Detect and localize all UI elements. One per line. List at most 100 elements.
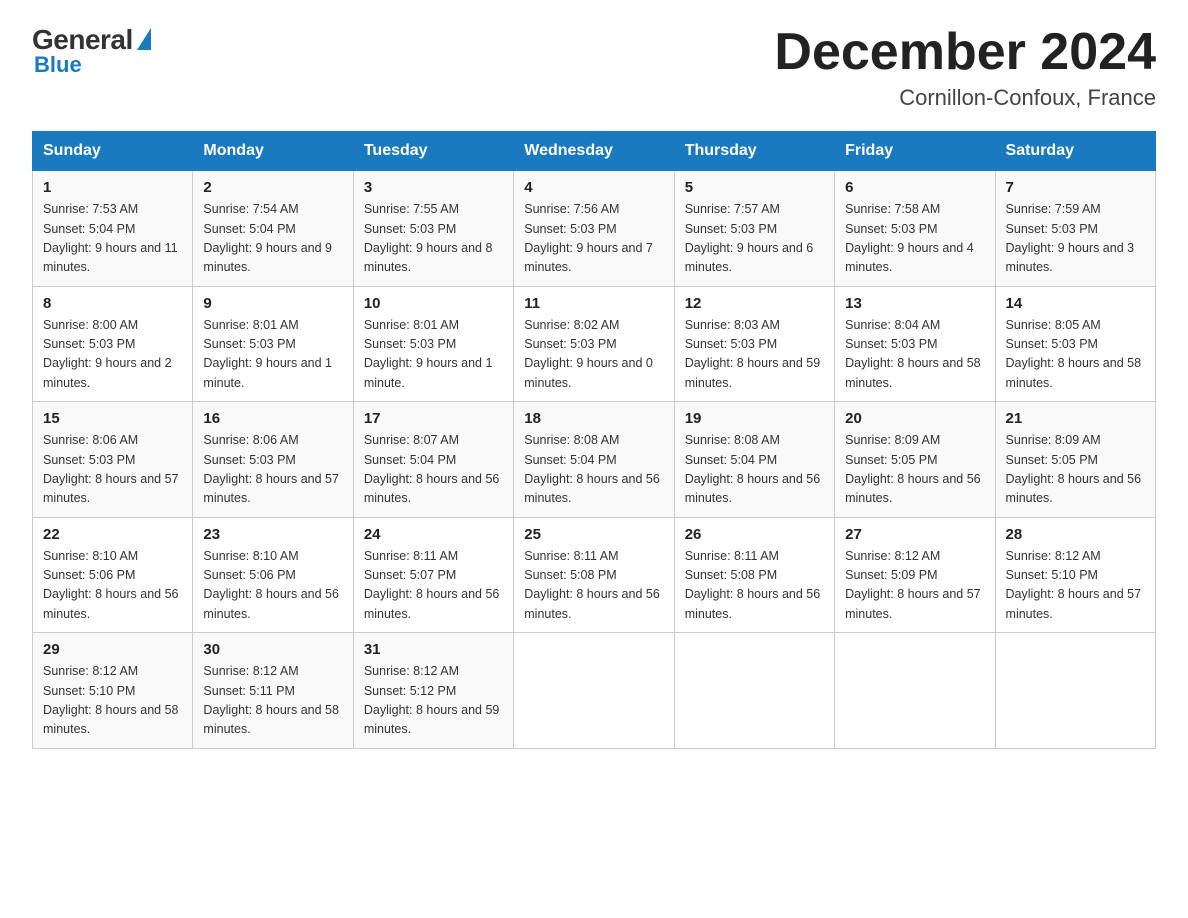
day-info: Sunrise: 8:02 AMSunset: 5:03 PMDaylight:… (524, 316, 663, 394)
calendar-cell: 8 Sunrise: 8:00 AMSunset: 5:03 PMDayligh… (33, 286, 193, 402)
day-number: 2 (203, 179, 342, 196)
title-section: December 2024 Cornillon-Confoux, France (774, 24, 1156, 111)
calendar-cell: 4 Sunrise: 7:56 AMSunset: 5:03 PMDayligh… (514, 171, 674, 287)
day-number: 17 (364, 410, 503, 427)
day-info: Sunrise: 8:08 AMSunset: 5:04 PMDaylight:… (524, 431, 663, 509)
page-header: General Blue December 2024 Cornillon-Con… (32, 24, 1156, 111)
day-info: Sunrise: 8:01 AMSunset: 5:03 PMDaylight:… (364, 316, 503, 394)
weekday-header-saturday: Saturday (995, 132, 1155, 171)
calendar-week-row: 22 Sunrise: 8:10 AMSunset: 5:06 PMDaylig… (33, 517, 1156, 633)
calendar-cell: 10 Sunrise: 8:01 AMSunset: 5:03 PMDaylig… (353, 286, 513, 402)
calendar-cell: 13 Sunrise: 8:04 AMSunset: 5:03 PMDaylig… (835, 286, 995, 402)
day-number: 6 (845, 179, 984, 196)
day-info: Sunrise: 8:06 AMSunset: 5:03 PMDaylight:… (43, 431, 182, 509)
calendar-cell: 2 Sunrise: 7:54 AMSunset: 5:04 PMDayligh… (193, 171, 353, 287)
logo-triangle-icon (137, 28, 151, 50)
weekday-header-tuesday: Tuesday (353, 132, 513, 171)
day-info: Sunrise: 7:56 AMSunset: 5:03 PMDaylight:… (524, 200, 663, 278)
day-number: 15 (43, 410, 182, 427)
day-info: Sunrise: 8:12 AMSunset: 5:11 PMDaylight:… (203, 662, 342, 740)
day-number: 28 (1006, 526, 1145, 543)
day-number: 1 (43, 179, 182, 196)
month-year-title: December 2024 (774, 24, 1156, 81)
day-info: Sunrise: 8:00 AMSunset: 5:03 PMDaylight:… (43, 316, 182, 394)
day-info: Sunrise: 7:53 AMSunset: 5:04 PMDaylight:… (43, 200, 182, 278)
calendar-cell: 11 Sunrise: 8:02 AMSunset: 5:03 PMDaylig… (514, 286, 674, 402)
logo-blue-text: Blue (34, 52, 82, 78)
day-number: 13 (845, 295, 984, 312)
calendar-cell: 19 Sunrise: 8:08 AMSunset: 5:04 PMDaylig… (674, 402, 834, 518)
day-info: Sunrise: 8:04 AMSunset: 5:03 PMDaylight:… (845, 316, 984, 394)
day-info: Sunrise: 7:54 AMSunset: 5:04 PMDaylight:… (203, 200, 342, 278)
calendar-cell: 29 Sunrise: 8:12 AMSunset: 5:10 PMDaylig… (33, 633, 193, 749)
day-number: 8 (43, 295, 182, 312)
day-number: 10 (364, 295, 503, 312)
day-info: Sunrise: 8:12 AMSunset: 5:09 PMDaylight:… (845, 547, 984, 625)
calendar-cell: 12 Sunrise: 8:03 AMSunset: 5:03 PMDaylig… (674, 286, 834, 402)
calendar-cell: 20 Sunrise: 8:09 AMSunset: 5:05 PMDaylig… (835, 402, 995, 518)
day-number: 26 (685, 526, 824, 543)
calendar-cell: 25 Sunrise: 8:11 AMSunset: 5:08 PMDaylig… (514, 517, 674, 633)
day-number: 18 (524, 410, 663, 427)
day-info: Sunrise: 8:11 AMSunset: 5:08 PMDaylight:… (685, 547, 824, 625)
day-info: Sunrise: 8:05 AMSunset: 5:03 PMDaylight:… (1006, 316, 1145, 394)
day-info: Sunrise: 8:08 AMSunset: 5:04 PMDaylight:… (685, 431, 824, 509)
day-info: Sunrise: 8:12 AMSunset: 5:10 PMDaylight:… (1006, 547, 1145, 625)
calendar-cell: 17 Sunrise: 8:07 AMSunset: 5:04 PMDaylig… (353, 402, 513, 518)
calendar-cell: 15 Sunrise: 8:06 AMSunset: 5:03 PMDaylig… (33, 402, 193, 518)
day-number: 27 (845, 526, 984, 543)
calendar-cell: 24 Sunrise: 8:11 AMSunset: 5:07 PMDaylig… (353, 517, 513, 633)
weekday-header-friday: Friday (835, 132, 995, 171)
calendar-cell (995, 633, 1155, 749)
day-info: Sunrise: 8:11 AMSunset: 5:08 PMDaylight:… (524, 547, 663, 625)
day-number: 7 (1006, 179, 1145, 196)
day-info: Sunrise: 8:10 AMSunset: 5:06 PMDaylight:… (203, 547, 342, 625)
calendar-week-row: 8 Sunrise: 8:00 AMSunset: 5:03 PMDayligh… (33, 286, 1156, 402)
calendar-week-row: 1 Sunrise: 7:53 AMSunset: 5:04 PMDayligh… (33, 171, 1156, 287)
calendar-cell: 22 Sunrise: 8:10 AMSunset: 5:06 PMDaylig… (33, 517, 193, 633)
calendar-cell (674, 633, 834, 749)
calendar-cell: 16 Sunrise: 8:06 AMSunset: 5:03 PMDaylig… (193, 402, 353, 518)
day-info: Sunrise: 8:11 AMSunset: 5:07 PMDaylight:… (364, 547, 503, 625)
day-number: 21 (1006, 410, 1145, 427)
day-info: Sunrise: 7:55 AMSunset: 5:03 PMDaylight:… (364, 200, 503, 278)
day-info: Sunrise: 8:10 AMSunset: 5:06 PMDaylight:… (43, 547, 182, 625)
calendar-cell: 26 Sunrise: 8:11 AMSunset: 5:08 PMDaylig… (674, 517, 834, 633)
weekday-header-thursday: Thursday (674, 132, 834, 171)
day-number: 25 (524, 526, 663, 543)
day-number: 30 (203, 641, 342, 658)
day-info: Sunrise: 8:12 AMSunset: 5:10 PMDaylight:… (43, 662, 182, 740)
logo: General Blue (32, 24, 151, 78)
calendar-cell (514, 633, 674, 749)
day-info: Sunrise: 7:57 AMSunset: 5:03 PMDaylight:… (685, 200, 824, 278)
calendar-cell: 5 Sunrise: 7:57 AMSunset: 5:03 PMDayligh… (674, 171, 834, 287)
day-number: 14 (1006, 295, 1145, 312)
calendar-cell: 23 Sunrise: 8:10 AMSunset: 5:06 PMDaylig… (193, 517, 353, 633)
calendar-week-row: 29 Sunrise: 8:12 AMSunset: 5:10 PMDaylig… (33, 633, 1156, 749)
day-number: 5 (685, 179, 824, 196)
day-info: Sunrise: 8:01 AMSunset: 5:03 PMDaylight:… (203, 316, 342, 394)
calendar-cell: 31 Sunrise: 8:12 AMSunset: 5:12 PMDaylig… (353, 633, 513, 749)
location-subtitle: Cornillon-Confoux, France (774, 85, 1156, 111)
weekday-header-monday: Monday (193, 132, 353, 171)
day-number: 20 (845, 410, 984, 427)
day-number: 19 (685, 410, 824, 427)
day-number: 24 (364, 526, 503, 543)
day-number: 11 (524, 295, 663, 312)
calendar-header-row: SundayMondayTuesdayWednesdayThursdayFrid… (33, 132, 1156, 171)
calendar-cell: 28 Sunrise: 8:12 AMSunset: 5:10 PMDaylig… (995, 517, 1155, 633)
day-number: 29 (43, 641, 182, 658)
day-number: 23 (203, 526, 342, 543)
day-info: Sunrise: 8:03 AMSunset: 5:03 PMDaylight:… (685, 316, 824, 394)
calendar-cell: 27 Sunrise: 8:12 AMSunset: 5:09 PMDaylig… (835, 517, 995, 633)
calendar-cell: 9 Sunrise: 8:01 AMSunset: 5:03 PMDayligh… (193, 286, 353, 402)
calendar-cell: 30 Sunrise: 8:12 AMSunset: 5:11 PMDaylig… (193, 633, 353, 749)
calendar-cell: 14 Sunrise: 8:05 AMSunset: 5:03 PMDaylig… (995, 286, 1155, 402)
calendar-cell: 3 Sunrise: 7:55 AMSunset: 5:03 PMDayligh… (353, 171, 513, 287)
day-info: Sunrise: 8:06 AMSunset: 5:03 PMDaylight:… (203, 431, 342, 509)
day-number: 31 (364, 641, 503, 658)
calendar-cell: 6 Sunrise: 7:58 AMSunset: 5:03 PMDayligh… (835, 171, 995, 287)
day-info: Sunrise: 8:07 AMSunset: 5:04 PMDaylight:… (364, 431, 503, 509)
day-info: Sunrise: 8:12 AMSunset: 5:12 PMDaylight:… (364, 662, 503, 740)
day-number: 12 (685, 295, 824, 312)
